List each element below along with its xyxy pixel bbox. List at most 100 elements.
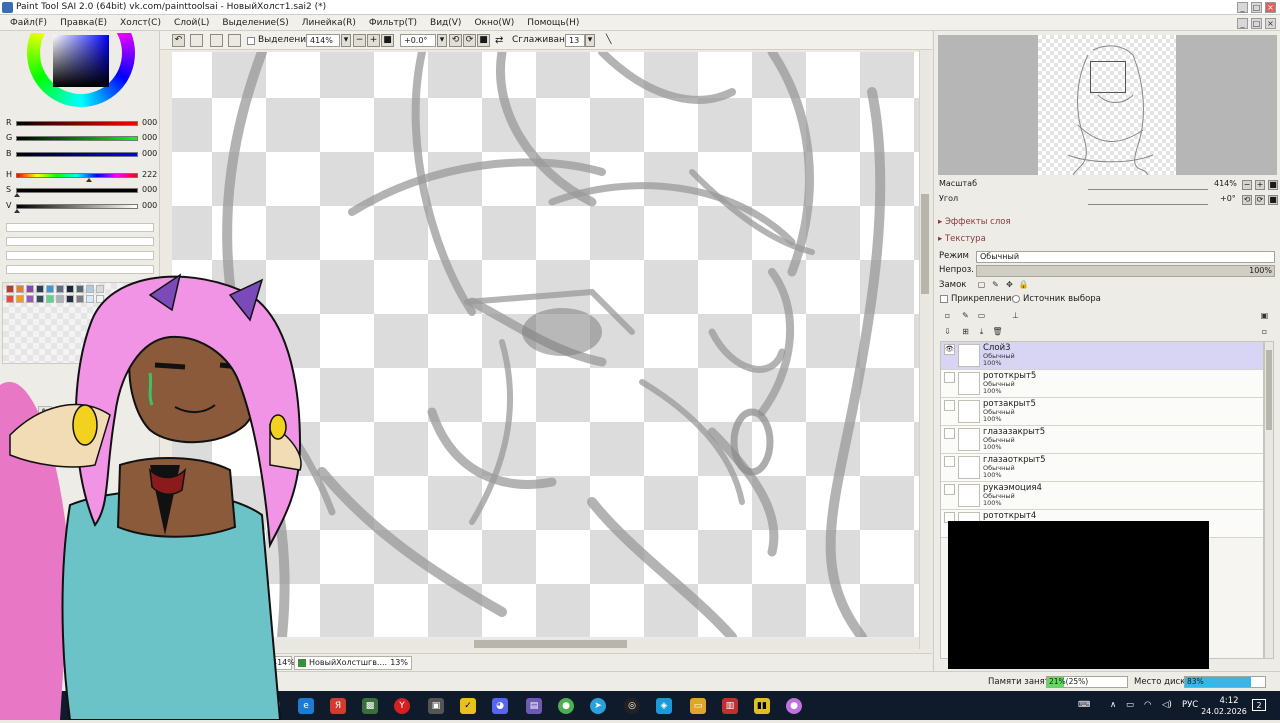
app-icon-7[interactable]: ● (786, 698, 802, 714)
slider-v[interactable]: V 000 (4, 201, 157, 213)
doc-restore-button[interactable]: □ (1251, 18, 1262, 29)
color-mix-bar-2[interactable] (6, 237, 154, 246)
minimize-button[interactable]: _ (1237, 2, 1248, 13)
close-button[interactable]: × (1265, 2, 1276, 13)
scale-reset-button[interactable]: ■ (1268, 180, 1278, 190)
app-icon-3[interactable]: ▤ (526, 698, 542, 714)
visibility-eye-icon[interactable] (944, 372, 955, 383)
menu-ruler[interactable]: Линейка(R) (292, 18, 356, 28)
menu-canvas[interactable]: Холст(C) (110, 18, 161, 28)
maximize-button[interactable]: □ (1251, 2, 1262, 13)
menu-view[interactable]: Вид(V) (420, 18, 461, 28)
invert-selection-button[interactable] (228, 34, 241, 47)
visibility-eye-icon[interactable] (944, 400, 955, 411)
blend-mode-dropdown[interactable]: Обычный (976, 251, 1275, 263)
visibility-eye-icon[interactable] (944, 456, 955, 467)
rotation-dropdown[interactable]: ▾ (437, 34, 447, 47)
lock-transparency-icon[interactable]: ▢ (976, 280, 987, 291)
layer-item[interactable]: 👁 Слой3 Обычный 100% (941, 342, 1263, 370)
layer-effects-section[interactable]: ▸ Эффекты слоя (938, 217, 1011, 227)
scale-plus-button[interactable]: + (1255, 180, 1265, 190)
slider-s[interactable]: S 000 (4, 185, 157, 197)
zoom-dropdown[interactable]: ▾ (341, 34, 351, 47)
rotate-right-button[interactable]: ⟳ (463, 34, 476, 47)
rotate-reset-button[interactable]: ■ (477, 34, 490, 47)
layer-item[interactable]: рототкрыт5 Обычный 100% (941, 370, 1263, 398)
color-wheel[interactable] (27, 33, 135, 107)
slider-g[interactable]: G 000 (4, 133, 157, 143)
doc-minimize-button[interactable]: _ (1237, 18, 1248, 29)
clip-checkbox[interactable] (940, 295, 948, 303)
yandex-browser-icon[interactable]: Y (394, 698, 410, 714)
layer-item[interactable]: глазаоткрыт5 Обычный 100% (941, 454, 1263, 482)
new-folder-icon[interactable]: ▭ (976, 311, 987, 322)
rotation-field[interactable]: +0.0° (400, 34, 436, 47)
lock-all-icon[interactable]: 🔒 (1018, 280, 1029, 291)
undo-button[interactable]: ↶ (172, 34, 185, 47)
scale-slider[interactable] (1088, 189, 1208, 190)
layer-item[interactable]: ротзакрыт5 Обычный 100% (941, 398, 1263, 426)
flip-horizontal-icon[interactable]: ⇄ (495, 34, 503, 47)
angle-left-button[interactable]: ⟲ (1242, 195, 1252, 205)
angle-slider[interactable] (1088, 204, 1208, 205)
minecraft-icon[interactable]: ▩ (362, 698, 378, 714)
saturation-value-square[interactable] (53, 35, 109, 87)
layer-item[interactable]: рукаэмоция4 Обычный 100% (941, 482, 1263, 510)
slider-b[interactable]: B 000 (4, 149, 157, 159)
menu-edit[interactable]: Правка(E) (50, 18, 107, 28)
texture-section[interactable]: ▸ Текстура (938, 234, 986, 244)
visibility-eye-icon[interactable] (944, 484, 955, 495)
paint-tool-sai-icon[interactable]: ● (558, 698, 574, 714)
menu-help[interactable]: Помощь(H) (517, 18, 579, 28)
zoom-field[interactable]: 414% (306, 34, 340, 47)
menu-filter[interactable]: Фильтр(T) (359, 18, 417, 28)
color-mix-bar-1[interactable] (6, 223, 154, 232)
panel-toggle-icon[interactable]: ▣ (1259, 311, 1270, 322)
merge-down-icon[interactable]: ⇩ (942, 327, 953, 338)
battery-icon[interactable]: ▭ (1126, 700, 1134, 710)
app-icon-6[interactable]: ▮▮ (754, 698, 770, 714)
menu-layer[interactable]: Слой(L) (164, 18, 209, 28)
redo-button[interactable] (190, 34, 203, 47)
menu-selection[interactable]: Выделение(S) (212, 18, 288, 28)
slider-h[interactable]: H 222 (4, 170, 157, 182)
transfer-layer-icon[interactable]: ⤓ (976, 327, 987, 338)
layer-list-scrollbar[interactable] (1264, 341, 1274, 659)
navigator[interactable] (938, 35, 1277, 176)
tray-chevron-icon[interactable]: ∧ (1110, 700, 1116, 710)
language-indicator[interactable]: РУС (1182, 700, 1198, 710)
slider-r[interactable]: R 000 (4, 118, 157, 128)
layer-mask-icon[interactable]: ⊥ (1010, 311, 1021, 322)
app-icon-1[interactable]: ▣ (428, 698, 444, 714)
keyboard-icon[interactable]: ⌨ (1078, 700, 1090, 710)
app-icon-4[interactable]: ◈ (656, 698, 672, 714)
clock-time[interactable]: 4:12 (1212, 696, 1246, 706)
visibility-eye-icon[interactable]: 👁 (944, 344, 955, 355)
obs-icon[interactable]: ◎ (624, 698, 640, 714)
app-icon-5[interactable]: ▥ (722, 698, 738, 714)
clock-date[interactable]: 24.02.2026 (1200, 707, 1248, 716)
smoothing-dropdown[interactable]: ▾ (585, 34, 595, 47)
selection-checkbox[interactable] (247, 37, 255, 45)
delete-layer-icon[interactable]: 🗑 (992, 327, 1003, 338)
layer-item[interactable]: глазазакрыт5 Обычный 100% (941, 426, 1263, 454)
scale-minus-button[interactable]: − (1242, 180, 1252, 190)
lock-paint-icon[interactable]: ✎ (990, 280, 1001, 291)
yandex-icon[interactable]: Я (330, 698, 346, 714)
new-vector-layer-icon[interactable]: ✎ (960, 311, 971, 322)
zoom-in-button[interactable]: + (367, 34, 380, 47)
angle-reset-button[interactable]: ■ (1268, 195, 1278, 205)
source-checkbox[interactable] (1012, 295, 1020, 303)
menu-file[interactable]: Файл(F) (0, 18, 47, 28)
notification-badge[interactable]: 2 (1252, 699, 1266, 711)
menu-window[interactable]: Окно(W) (464, 18, 514, 28)
zoom-out-button[interactable]: − (353, 34, 366, 47)
telegram-icon[interactable]: ➤ (590, 698, 606, 714)
new-layer-icon[interactable]: ▫ (942, 311, 953, 322)
lock-move-icon[interactable]: ✥ (1004, 280, 1015, 291)
visibility-eye-icon[interactable] (944, 428, 955, 439)
duplicate-layer-icon[interactable]: ⊞ (960, 327, 971, 338)
file-explorer-icon[interactable]: ▭ (690, 698, 706, 714)
deselect-button[interactable] (210, 34, 223, 47)
color-mix-bar-3[interactable] (6, 251, 154, 260)
